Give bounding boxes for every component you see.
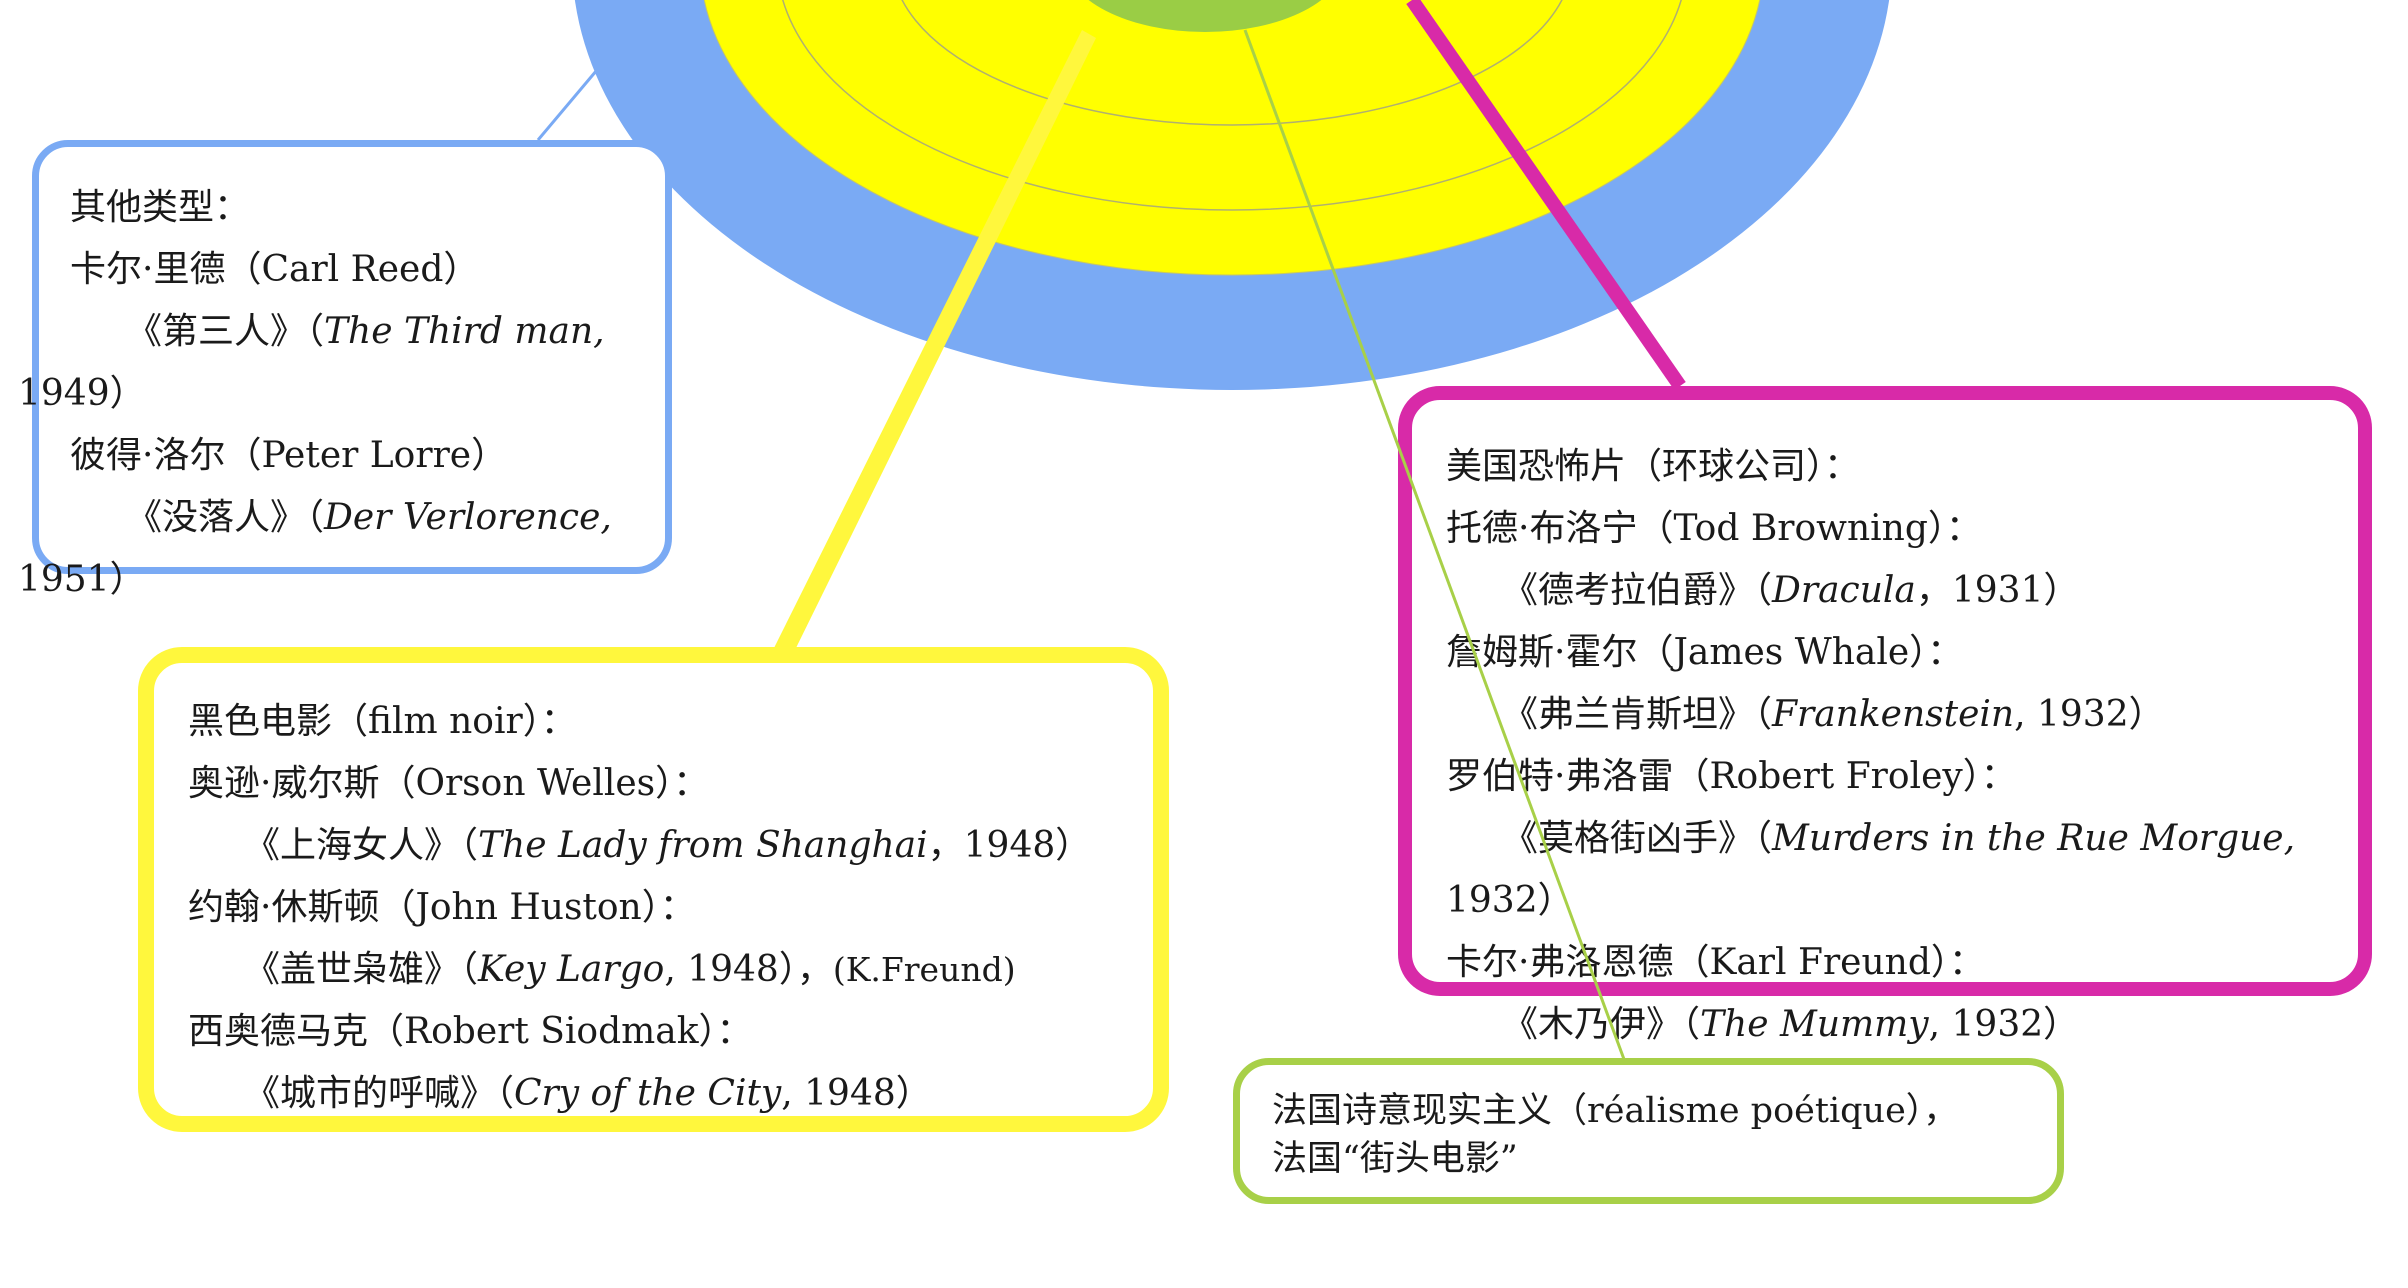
horror-film-mummy: 《木乃伊》（The Mummy, 1932） <box>1502 1004 2080 1045</box>
horror-film-frankenstein: 《弗兰肯斯坦》（Frankenstein, 1932） <box>1502 694 2165 735</box>
horror-film-dracula: 《德考拉伯爵》（Dracula，1931） <box>1502 570 2080 611</box>
french-poetic-realism-box: 法国诗意现实主义（réalisme poétique）， 法国“街头电影” <box>1233 1058 2064 1204</box>
other-film-third-man-year: 1949） <box>18 373 146 414</box>
noir-film-lady-from-shanghai: 《上海女人》（The Lady from Shanghai，1948） <box>244 825 1092 866</box>
french-line-2: 法国“街头电影” <box>1272 1139 1518 1179</box>
noir-film-key-largo: 《盖世枭雄》（Key Largo, 1948），(K.Freund) <box>244 949 1016 990</box>
horror-director-robert-froley: 罗伯特·弗洛雷（Robert Froley）： <box>1446 756 2017 797</box>
noir-director-orson-welles: 奥逊·威尔斯（Orson Welles）： <box>188 763 710 804</box>
noir-director-john-huston: 约翰·休斯顿（John Huston）： <box>188 887 696 928</box>
other-film-verlorence-year: 1951） <box>18 559 146 600</box>
horror-title: 美国恐怖片（环球公司）： <box>1446 446 1861 487</box>
other-film-verlorence: 《没落人》（Der Verlorence, <box>126 497 612 538</box>
other-director-carl-reed: 卡尔·里德（Carl Reed） <box>70 249 480 290</box>
horror-director-james-whale: 詹姆斯·霍尔（James Whale）： <box>1446 632 1964 673</box>
horror-film-rue-morgue-year: 1932） <box>1446 880 1574 921</box>
noir-film-cry-of-the-city: 《城市的呼喊》（Cry of the City, 1948） <box>244 1073 932 1114</box>
french-line-1: 法国诗意现实主义（réalisme poétique）， <box>1272 1091 1959 1131</box>
other-title: 其他类型： <box>70 187 251 228</box>
us-horror-box: 美国恐怖片（环球公司）： 托德·布洛宁（Tod Browning）： 《德考拉伯… <box>1398 386 2372 1045</box>
horror-director-tod-browning: 托德·布洛宁（Tod Browning）： <box>1446 508 1982 549</box>
horror-director-karl-freund: 卡尔·弗洛恩德（Karl Freund）： <box>1446 942 1985 983</box>
other-director-peter-lorre: 彼得·洛尔（Peter Lorre） <box>70 435 508 476</box>
noir-title: 黑色电影（film noir）： <box>188 701 577 742</box>
other-genres-box: 其他类型： 卡尔·里德（Carl Reed） 《第三人》（The Third m… <box>18 140 672 600</box>
horror-film-rue-morgue: 《莫格街凶手》（Murders in the Rue Morgue, <box>1502 818 2296 859</box>
film-noir-box: 黑色电影（film noir）： 奥逊·威尔斯（Orson Welles）： 《… <box>138 647 1169 1132</box>
noir-director-siodmak: 西奥德马克（Robert Siodmak）： <box>188 1011 753 1052</box>
other-film-third-man: 《第三人》（The Third man, <box>126 311 605 352</box>
